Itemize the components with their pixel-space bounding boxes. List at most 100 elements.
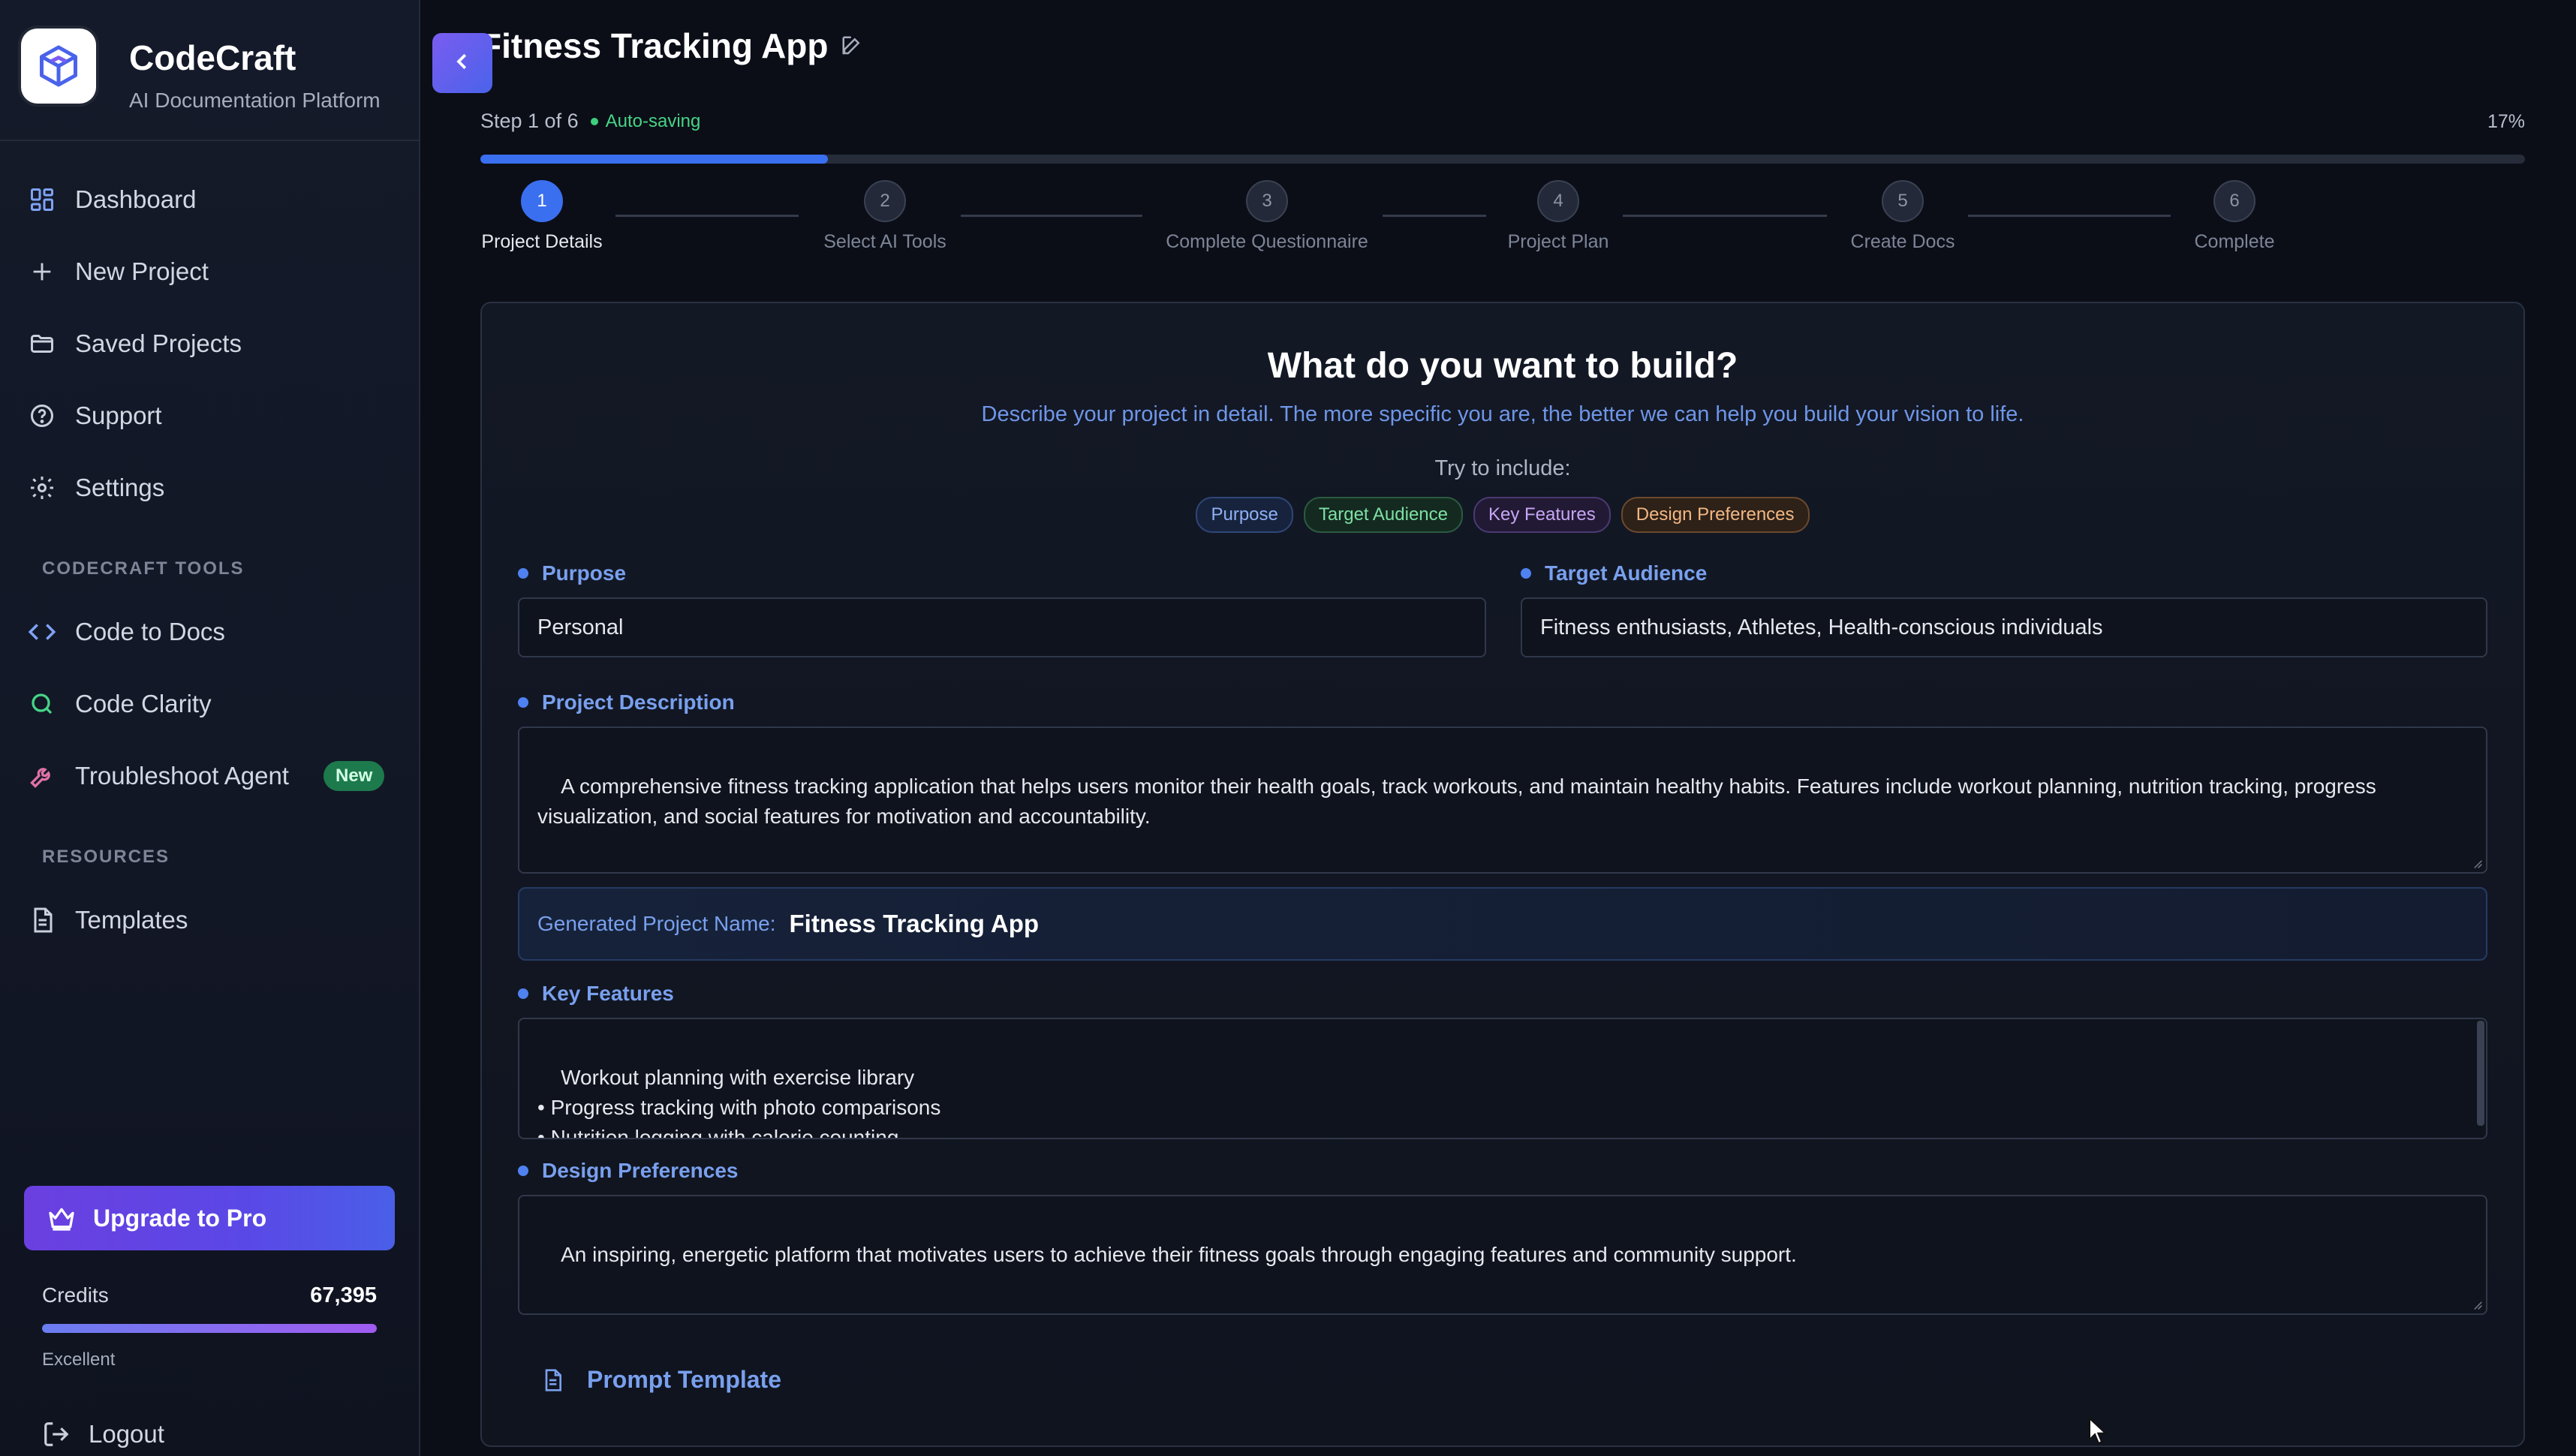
gear-icon: [27, 473, 57, 503]
generated-name-value: Fitness Tracking App: [789, 910, 1040, 937]
upgrade-label: Upgrade to Pro: [93, 1204, 267, 1232]
project-description-label: Project Description: [518, 690, 735, 714]
step-info: Step 1 of 6 Auto-saving: [480, 110, 700, 133]
design-preferences-label-text: Design Preferences: [542, 1159, 739, 1182]
suggestion-chips: Purpose Target Audience Key Features Des…: [482, 497, 2523, 533]
edit-icon[interactable]: [841, 35, 863, 57]
purpose-input[interactable]: Personal: [518, 597, 1486, 657]
sidebar-item-saved-projects[interactable]: Saved Projects: [27, 321, 395, 366]
sidebar-item-label: Troubleshoot Agent: [75, 762, 289, 790]
step-complete[interactable]: 6 Complete: [2192, 180, 2277, 253]
step-connector: [1968, 215, 2171, 217]
folder-icon: [27, 329, 57, 359]
step-connector: [1383, 215, 1486, 217]
key-features-label: Key Features: [518, 982, 674, 1006]
sidebar-item-troubleshoot-agent[interactable]: Troubleshoot Agent New: [27, 754, 395, 799]
help-circle-icon: [27, 401, 57, 431]
project-title: Fitness Tracking App: [480, 26, 829, 65]
sidebar-item-dashboard[interactable]: Dashboard: [27, 177, 395, 222]
resources-heading: RESOURCES: [42, 847, 170, 867]
sidebar-item-label: Code Clarity: [75, 690, 212, 717]
chip-target-audience[interactable]: Target Audience: [1303, 497, 1463, 533]
sidebar-item-settings[interactable]: Settings: [27, 465, 395, 510]
sidebar-item-label: New Project: [75, 257, 209, 285]
design-preferences-textarea[interactable]: An inspiring, energetic platform that mo…: [518, 1195, 2487, 1315]
target-audience-label-text: Target Audience: [1545, 561, 1708, 585]
page-title: Fitness Tracking App: [480, 26, 863, 66]
brand-title: CodeCraft: [129, 38, 296, 77]
bullet-dot: [518, 1166, 528, 1176]
sidebar-item-label: Templates: [75, 906, 188, 934]
logout-button[interactable]: Logout: [42, 1415, 164, 1453]
prompt-template-label: Prompt Template: [587, 1366, 781, 1393]
upgrade-button[interactable]: Upgrade to Pro: [24, 1186, 395, 1250]
brand[interactable]: CodeCraft AI Documentation Platform: [11, 11, 408, 129]
step-project-plan[interactable]: 4 Project Plan: [1507, 180, 1609, 253]
sidebar-item-new-project[interactable]: New Project: [27, 249, 395, 294]
step-label: Complete: [2194, 231, 2275, 252]
resize-grip-icon[interactable]: [2471, 1298, 2483, 1310]
chip-design-preferences[interactable]: Design Preferences: [1621, 497, 1810, 533]
project-description-textarea[interactable]: A comprehensive fitness tracking applica…: [518, 726, 2487, 874]
auto-save-status: Auto-saving: [605, 110, 701, 131]
search-icon: [27, 689, 57, 719]
document-icon: [27, 905, 57, 935]
progress-bar: [480, 155, 2525, 164]
new-badge: New: [323, 761, 385, 791]
project-details-card: What do you want to build? Describe your…: [480, 302, 2525, 1447]
step-label: Create Docs: [1850, 231, 1955, 252]
sidebar-item-label: Code to Docs: [75, 618, 225, 645]
credits-bar: [42, 1324, 377, 1333]
purpose-label-text: Purpose: [542, 561, 627, 585]
bullet-dot: [518, 988, 528, 999]
project-description-label-text: Project Description: [542, 690, 735, 714]
sidebar-item-support[interactable]: Support: [27, 393, 395, 438]
step-number: 3: [1246, 180, 1288, 222]
design-preferences-label: Design Preferences: [518, 1159, 738, 1183]
step-project-details[interactable]: 1 Project Details: [480, 180, 603, 253]
sidebar-item-label: Dashboard: [75, 185, 197, 213]
step-create-docs[interactable]: 5 Create Docs: [1849, 180, 1956, 253]
step-label: Project Plan: [1507, 231, 1609, 252]
target-audience-input[interactable]: Fitness enthusiasts, Athletes, Health-co…: [1521, 597, 2487, 657]
credits-status: Excellent: [42, 1349, 116, 1370]
resize-grip-icon[interactable]: [2471, 857, 2483, 869]
key-features-label-text: Key Features: [542, 982, 674, 1005]
step-connector: [961, 215, 1142, 217]
try-include-label: Try to include:: [1434, 456, 1571, 480]
sidebar: CodeCraft AI Documentation Platform Dash…: [0, 0, 420, 1456]
credits-label: Credits: [42, 1283, 109, 1307]
chip-purpose[interactable]: Purpose: [1196, 497, 1293, 533]
generated-project-name: Generated Project Name: Fitness Tracking…: [518, 887, 2487, 961]
logout-label: Logout: [89, 1420, 164, 1448]
chip-key-features[interactable]: Key Features: [1473, 497, 1611, 533]
sidebar-item-templates[interactable]: Templates: [27, 898, 395, 943]
step-complete-questionnaire[interactable]: 3 Complete Questionnaire: [1165, 180, 1369, 253]
status-dot: [590, 117, 598, 125]
form-subtitle: Describe your project in detail. The mor…: [981, 402, 2024, 426]
wrench-icon: [27, 761, 57, 791]
sidebar-item-code-clarity[interactable]: Code Clarity: [27, 681, 395, 726]
step-label: Complete Questionnaire: [1166, 231, 1368, 252]
step-number: 2: [864, 180, 906, 222]
step-connector: [1623, 215, 1827, 217]
step-select-ai-tools[interactable]: 2 Select AI Tools: [823, 180, 947, 253]
project-description-text: A comprehensive fitness tracking applica…: [537, 775, 2382, 828]
scrollbar[interactable]: [2477, 1021, 2484, 1126]
step-number: 1: [521, 180, 563, 222]
key-features-textarea[interactable]: Workout planning with exercise library •…: [518, 1018, 2487, 1139]
collapse-sidebar-button[interactable]: [432, 33, 492, 93]
prompt-template-button[interactable]: Prompt Template: [540, 1366, 781, 1394]
purpose-label: Purpose: [518, 561, 626, 585]
code-icon: [27, 617, 57, 647]
bullet-dot: [518, 568, 528, 579]
design-preferences-text: An inspiring, energetic platform that mo…: [561, 1243, 1797, 1266]
logout-icon: [42, 1420, 71, 1448]
sidebar-item-label: Support: [75, 402, 162, 429]
bullet-dot: [1521, 568, 1531, 579]
generated-name-label: Generated Project Name:: [537, 912, 776, 935]
sidebar-item-label: Settings: [75, 474, 165, 501]
progress-bar-fill: [480, 155, 829, 164]
credits-bar-fill: [42, 1324, 377, 1333]
sidebar-item-code-to-docs[interactable]: Code to Docs: [27, 609, 395, 654]
